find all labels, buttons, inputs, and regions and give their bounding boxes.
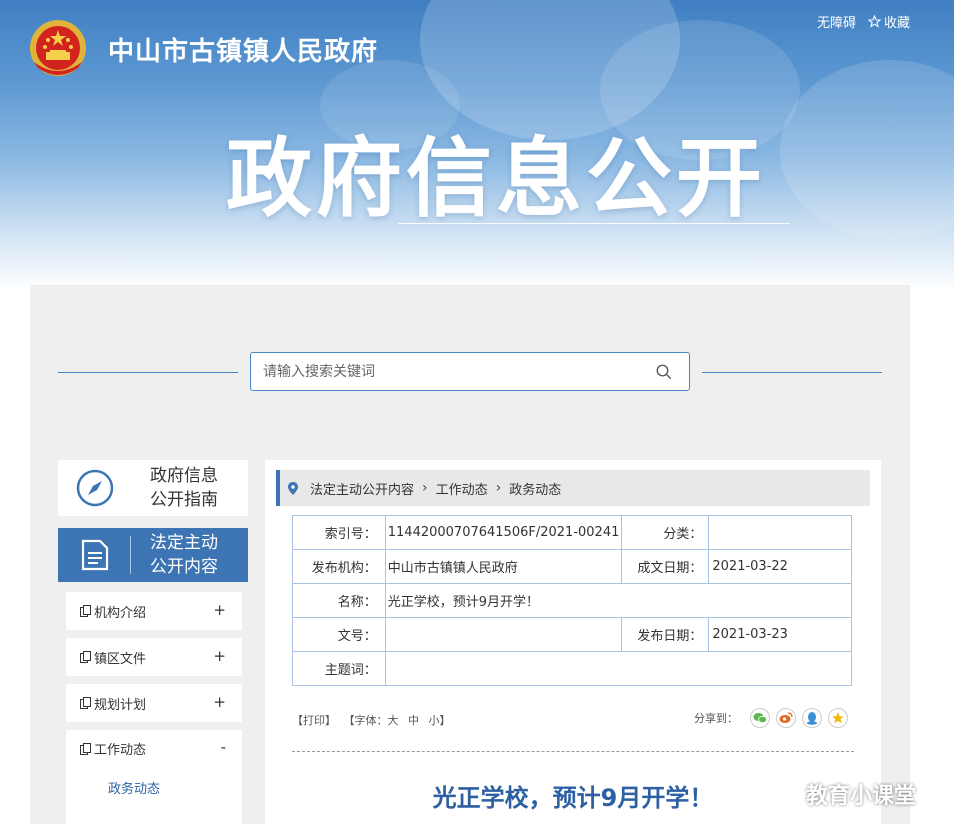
category-label: 分类：: [620, 515, 710, 550]
created-date-label: 成文日期：: [620, 549, 710, 584]
document-number-value: [384, 617, 622, 652]
search-box: [250, 352, 690, 391]
category-value: [708, 515, 852, 550]
index-value: 11442000707641506F/2021-00241: [384, 515, 622, 550]
pages-icon: [80, 651, 91, 663]
pages-icon: [80, 697, 91, 709]
search-icon[interactable]: [655, 363, 673, 381]
article-tools: 【打印】 【字体：大 中 小】: [292, 712, 451, 728]
divider: [292, 751, 854, 752]
favorite-link[interactable]: 收藏: [867, 12, 910, 31]
qq-share-icon[interactable]: [802, 708, 822, 728]
sidebar-subitem-government-news[interactable]: 政务动态: [108, 778, 160, 797]
publisher-value: 中山市古镇镇人民政府: [384, 549, 622, 584]
separator: [130, 536, 131, 574]
article-title: 光正学校，预计9月开学！: [432, 784, 714, 812]
favorite-label: 收藏: [883, 16, 910, 31]
breadcrumb-item[interactable]: 政务动态: [509, 479, 561, 498]
sidebar-guide-label: 政府信息 公开指南: [150, 466, 218, 510]
sidebar-item-label: 机构介绍: [94, 605, 147, 621]
sidebar-item-organization[interactable]: 机构介绍 +: [66, 592, 242, 630]
banner-divider: [398, 223, 790, 224]
sidebar-item-plans[interactable]: 规划计划 +: [66, 684, 242, 722]
accessibility-link[interactable]: 无障碍: [817, 12, 856, 31]
font-large-button[interactable]: 大: [388, 714, 399, 727]
index-label: 索引号：: [292, 515, 386, 550]
wechat-share-icon[interactable]: [750, 708, 770, 728]
font-size-suffix: 】: [439, 714, 451, 727]
print-button[interactable]: 【打印】: [292, 714, 336, 727]
expand-icon[interactable]: +: [213, 601, 226, 619]
share-label: 分享到：: [694, 712, 738, 725]
font-small-button[interactable]: 小: [429, 714, 440, 727]
search-decor-line: [58, 372, 238, 373]
banner-title: 政府信息公开: [226, 129, 766, 229]
search-input[interactable]: [251, 353, 631, 390]
sidebar-active-section[interactable]: 法定主动 公开内容: [58, 528, 248, 582]
breadcrumb: 法定主动公开内容 › 工作动态 › 政务动态: [276, 470, 870, 506]
sidebar-guide[interactable]: 政府信息 公开指南: [58, 460, 248, 516]
qzone-share-icon[interactable]: [828, 708, 848, 728]
expand-icon[interactable]: +: [213, 647, 226, 665]
sidebar-item-label: 规划计划: [94, 697, 147, 713]
sidebar-item-label: 镇区文件: [94, 651, 147, 667]
document-meta-table: 索引号： 11442000707641506F/2021-00241 分类： 发…: [292, 515, 853, 686]
chevron-right-icon: ›: [422, 480, 428, 496]
sidebar-item-work-news-head[interactable]: 工作动态: [80, 739, 146, 758]
collapse-icon[interactable]: -: [221, 738, 226, 756]
sidebar-item-work-news: 工作动态 - 政务动态: [66, 730, 242, 824]
sidebar-item-town-documents[interactable]: 镇区文件 +: [66, 638, 242, 676]
publisher-label: 发布机构：: [292, 549, 386, 584]
document-icon: [81, 539, 109, 571]
top-links: 无障碍 收藏: [817, 12, 910, 31]
compass-icon: [76, 469, 114, 507]
site-header: 中山市古镇镇人民政府 无障碍 收藏 政府信息公开: [0, 0, 954, 290]
chevron-right-icon: ›: [495, 480, 502, 496]
watermark: 教育小课堂: [806, 784, 917, 809]
font-size-prefix: 【字体：: [343, 714, 388, 727]
subject-value: [384, 651, 853, 686]
search-decor-line: [702, 372, 882, 373]
background-flower: [780, 60, 954, 240]
pages-icon: [80, 605, 91, 617]
national-emblem-icon: [30, 20, 86, 76]
pages-icon: [80, 742, 91, 755]
weibo-share-icon[interactable]: [776, 708, 796, 728]
breadcrumb-item[interactable]: 工作动态: [436, 479, 488, 498]
star-icon: [867, 15, 881, 28]
font-medium-button[interactable]: 中: [408, 714, 419, 727]
name-label: 名称：: [292, 583, 386, 618]
site-name: 中山市古镇镇人民政府: [108, 37, 379, 67]
document-number-label: 文号：: [292, 617, 386, 652]
name-value: 光正学校，预计9月开学！: [384, 583, 853, 618]
sidebar-active-label: 法定主动 公开内容: [150, 533, 218, 577]
expand-icon[interactable]: +: [213, 693, 226, 711]
share-bar: 分享到：: [694, 708, 848, 728]
published-date-label: 发布日期：: [620, 617, 710, 652]
created-date-value: 2021-03-22: [708, 549, 852, 584]
location-pin-icon: [288, 481, 298, 495]
published-date-value: 2021-03-23: [708, 617, 852, 652]
subject-label: 主题词：: [292, 651, 386, 686]
breadcrumb-item[interactable]: 法定主动公开内容: [310, 479, 414, 498]
sidebar-item-label: 工作动态: [94, 743, 147, 758]
